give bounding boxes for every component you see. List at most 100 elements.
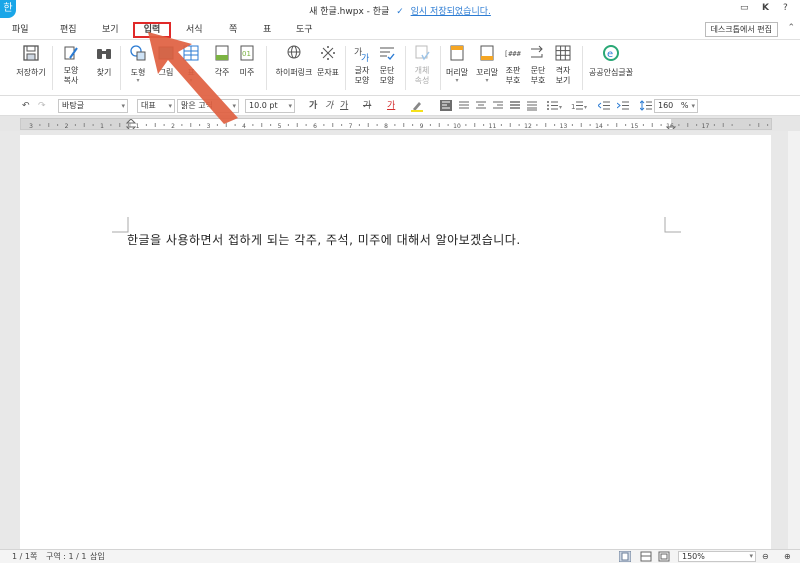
align-justify-icon[interactable] xyxy=(458,100,470,115)
window-mode-button[interactable]: ▭ xyxy=(740,3,749,13)
ribbon-toolbar: 저장하기 모양 복사 찾기 도형 ▾ 그림 표 ▾ 각주 01 미주 하이퍼링크… xyxy=(0,40,800,96)
ruler-label: 14 xyxy=(595,123,603,129)
zoom-select[interactable]: 150% xyxy=(678,551,756,562)
tab-table[interactable]: 표 xyxy=(259,22,275,38)
strikethrough-button[interactable]: 가 xyxy=(363,100,371,112)
line-spacing-icon[interactable] xyxy=(639,100,652,115)
find-button[interactable]: 찾기 xyxy=(87,44,121,78)
special-char-button[interactable]: 문자표 xyxy=(311,44,345,78)
ruler-label: 8 xyxy=(384,123,388,129)
ruler-label: 11 xyxy=(489,123,497,129)
tab-edit[interactable]: 편집 xyxy=(56,22,81,38)
ruler-label: 5 xyxy=(278,123,282,129)
zoom-in-icon[interactable]: ⊕ xyxy=(784,552,791,562)
ruler-label: 4 xyxy=(242,123,246,129)
align-distribute-icon[interactable] xyxy=(509,100,521,115)
tab-page[interactable]: 쪽 xyxy=(225,22,241,38)
tab-format[interactable]: 서식 xyxy=(182,22,207,38)
align-left-icon[interactable] xyxy=(440,100,452,115)
object-properties-icon xyxy=(413,44,431,62)
ruler-label: 3 xyxy=(29,123,33,129)
grid-icon xyxy=(554,44,572,62)
table-dropdown-icon[interactable]: ▾ xyxy=(174,78,208,84)
document-title: 새 한글.hwpx - 한글 xyxy=(309,7,390,17)
header-dropdown-icon[interactable]: ▾ xyxy=(440,78,474,84)
insert-mode-indicator[interactable]: 삽입 xyxy=(90,552,105,562)
ruler-label: 17 xyxy=(702,123,710,129)
field-code-icon: [###] xyxy=(504,44,525,62)
save-button[interactable]: 저장하기 xyxy=(14,44,48,78)
underline-button[interactable]: 가 xyxy=(340,100,348,112)
decrease-indent-icon[interactable] xyxy=(597,100,610,115)
user-account-button[interactable]: K xyxy=(762,3,769,13)
grid-view-button[interactable]: 격자 보기 xyxy=(546,44,580,86)
endnote-button[interactable]: 01 미주 xyxy=(230,44,264,78)
table-icon xyxy=(182,44,200,62)
right-indent-marker xyxy=(665,126,677,129)
public-safe-font-button[interactable]: e 공공안심글꼴 xyxy=(585,44,637,78)
zoom-out-icon[interactable]: ⊖ xyxy=(762,552,769,562)
normal-view-icon[interactable] xyxy=(618,550,632,563)
desktop-edit-button[interactable]: 데스크톱에서 편집 xyxy=(704,22,778,37)
bold-button[interactable]: 가 xyxy=(309,100,317,112)
header-button[interactable]: 머리말 ▾ xyxy=(440,44,474,84)
undo-button[interactable]: ↶ xyxy=(22,100,30,112)
ruler-label: 3 xyxy=(207,123,211,129)
style-select[interactable]: 바탕글 xyxy=(58,99,128,113)
svg-text:e: e xyxy=(607,49,613,60)
hyperlink-button[interactable]: 하이퍼링크 xyxy=(273,44,315,78)
tab-file[interactable]: 파일 xyxy=(8,22,33,38)
align-divide-icon[interactable] xyxy=(526,100,538,115)
font-select[interactable]: 맑은 고딕 xyxy=(177,99,239,113)
svg-text:가: 가 xyxy=(361,53,369,62)
section-indicator: 구역 : 1 / 1 xyxy=(46,552,87,561)
tab-insert[interactable]: 입력 xyxy=(133,22,171,38)
ribbon-divider xyxy=(266,46,267,90)
full-screen-icon[interactable] xyxy=(658,551,670,563)
ruler-ticks: 3 2 1 1 2 3 4 5 6 7 8 9 10 11 12 13 14 15 16 17 xyxy=(21,119,771,129)
shape-dropdown-icon[interactable]: ▾ xyxy=(121,78,155,84)
redo-button[interactable]: ↷ xyxy=(38,100,46,112)
ribbon-collapse-button[interactable]: ⌃ xyxy=(787,23,795,33)
line-spacing-input[interactable]: 160 % xyxy=(654,99,698,113)
page-margin-guides xyxy=(112,217,681,233)
font-color-button[interactable]: 가 xyxy=(387,100,395,112)
floppy-disk-icon xyxy=(22,44,40,62)
footnote-icon xyxy=(213,44,231,62)
endnote-icon: 01 xyxy=(238,44,256,62)
align-center-icon[interactable] xyxy=(475,100,487,115)
increase-indent-icon[interactable] xyxy=(616,100,629,115)
table-button[interactable]: 표 ▾ xyxy=(174,44,208,84)
vertical-scrollbar[interactable] xyxy=(788,131,800,549)
document-page[interactable]: 한글을 사용하면서 접하게 되는 각주, 주석, 미주에 대해서 알아보겠습니다… xyxy=(20,135,771,549)
ruler-label: 2 xyxy=(65,123,69,129)
formatting-toolbar: ↶ ↷ 바탕글 대표 맑은 고딕 10.0 pt 가 가 가 가 가 ▾ 1▾ … xyxy=(0,96,800,116)
document-area: 한글을 사용하면서 접하게 되는 각주, 주석, 미주에 대해서 알아보겠습니다… xyxy=(0,131,800,549)
horizontal-ruler[interactable]: 3 2 1 1 2 3 4 5 6 7 8 9 10 11 12 13 14 15 16 17 xyxy=(20,118,772,130)
save-status-link[interactable]: 임시 저장되었습니다. xyxy=(411,7,491,17)
highlight-icon[interactable] xyxy=(410,100,424,116)
help-button[interactable]: ? xyxy=(783,3,788,13)
align-right-icon[interactable] xyxy=(492,100,504,115)
picture-icon xyxy=(157,44,175,62)
tab-view[interactable]: 보기 xyxy=(98,22,123,38)
bullet-list-icon[interactable]: ▾ xyxy=(546,100,564,115)
para-shape-button[interactable]: 문단 모양 xyxy=(370,44,404,86)
para-mark-icon xyxy=(529,44,547,62)
italic-button[interactable]: 가 xyxy=(325,100,333,112)
ruler-label: 6 xyxy=(313,123,317,129)
font-size-input[interactable]: 10.0 pt xyxy=(245,99,295,113)
svg-text:▾: ▾ xyxy=(559,104,562,111)
svg-text:▾: ▾ xyxy=(584,104,587,111)
svg-text:1: 1 xyxy=(571,103,575,111)
object-properties-button[interactable]: 개체 속성 xyxy=(405,44,439,86)
numbered-list-icon[interactable]: 1 ▾ xyxy=(571,100,589,115)
page-indicator: 1 / 1쪽 xyxy=(12,552,38,561)
ruler-label: 7 xyxy=(349,123,353,129)
web-layout-icon[interactable] xyxy=(640,551,652,563)
public-font-icon: e xyxy=(602,44,620,62)
format-copy-button[interactable]: 모양 복사 xyxy=(54,44,88,86)
document-body-text[interactable]: 한글을 사용하면서 접하게 되는 각주, 주석, 미주에 대해서 알아보겠습니다… xyxy=(127,231,521,248)
language-select[interactable]: 대표 xyxy=(137,99,175,113)
tab-tools[interactable]: 도구 xyxy=(292,22,317,38)
